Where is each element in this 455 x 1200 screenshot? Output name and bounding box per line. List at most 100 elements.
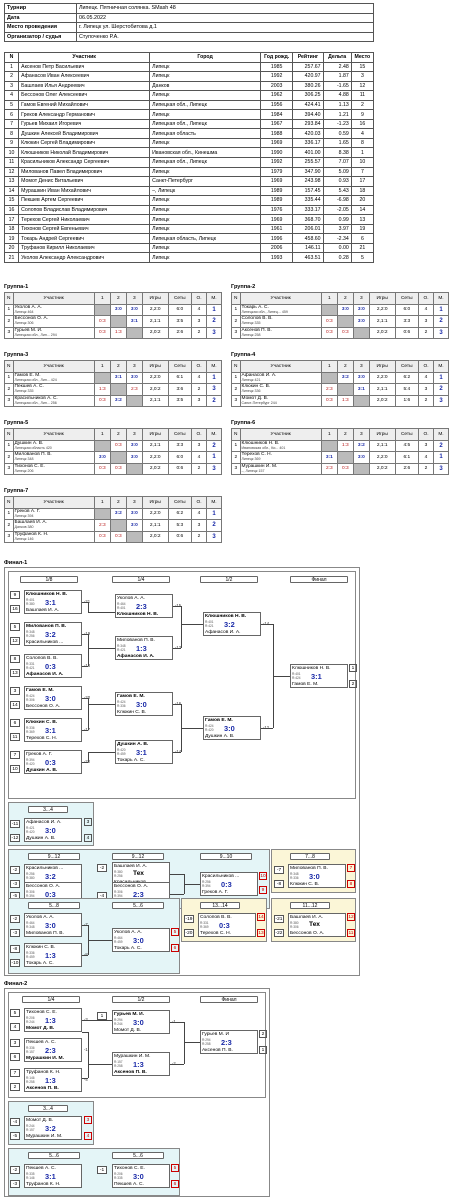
match-player1: Пекшев А. С.	[26, 1165, 56, 1171]
player-row: 4 Бессонов Олег Алексеевич Липецк 1962 306.2…	[3, 90, 375, 101]
info-key: Турнир	[4, 3, 77, 14]
match-ratings: R:420 R:459	[117, 748, 126, 756]
group-col-header: О.	[418, 360, 434, 373]
info-value: г. Липецк ул. Шерстобитова д.1	[76, 22, 374, 33]
group-player-cell: Гамов Е. М. Липецкая обл., Лип... 424	[12, 371, 95, 384]
player-cell: 9	[3, 137, 20, 149]
group-result-cell: 0:3	[93, 462, 111, 475]
group-col-header: Участник	[239, 292, 322, 305]
seed-box: -22	[274, 929, 284, 937]
group-row: 3 Мурашкин И. М. –, Липецк 157 2:3 0:3 2,0:2 2…	[231, 462, 450, 475]
player-cell: 463.51	[292, 252, 324, 264]
bracket-line	[173, 752, 181, 753]
player-cell: Липецк	[149, 109, 262, 120]
group-row-number: 1	[4, 371, 14, 384]
bracket-line	[170, 894, 184, 895]
player-cell: 3	[3, 80, 20, 92]
match-rating2: R:244	[114, 1021, 123, 1026]
round-header: Финал	[290, 576, 348, 583]
player-cell: 5	[3, 99, 20, 111]
match-player2: Аксенов П. В.	[26, 1085, 59, 1091]
group-sets: 5:4	[394, 383, 420, 396]
group-player-city: Липецк 394	[14, 513, 34, 518]
match-score: 3:1	[45, 598, 56, 607]
group-result-cell: 3:1	[109, 371, 127, 384]
final2-quarterfinal-match: Пекшев А. С. R:336 R:157 2:3 Мурашкин И. М.	[24, 1038, 82, 1062]
player-cell: 17	[3, 214, 20, 225]
match-score: 3:0	[133, 1018, 144, 1027]
group-header-row: N Участник 1 2 3 Игры Сеты О. М.	[231, 428, 450, 441]
group-col-header: N	[4, 496, 14, 509]
group-result-cell: 3:0	[352, 371, 370, 384]
round-header: 1/2	[200, 576, 258, 583]
match-rating2: R:420	[26, 761, 35, 766]
player-cell: 6	[3, 109, 20, 120]
player-cell: 16	[3, 204, 20, 216]
group-player-cell: Тихонов С. Е. Липецк 206	[12, 462, 95, 475]
group-games: 2,2:0	[368, 451, 396, 464]
group-sets: 3:5	[167, 394, 193, 407]
group-player-cell: Милованов П. В. Липецк 348	[12, 451, 95, 464]
final2-quarterfinal-match: Тихонов С. Е. R:206 R:244 1:3 Момот Д. В.	[24, 1008, 82, 1032]
group-points: 4	[418, 303, 434, 316]
seed-box: -7	[274, 866, 284, 874]
group-result-cell: 3:0	[109, 303, 127, 316]
bracket-line	[184, 1022, 185, 1064]
match-player1: Уколов А. А.	[26, 914, 54, 920]
player-cell: Липецк	[149, 223, 262, 235]
seed-box: 3	[10, 1039, 20, 1047]
group-result-cell: 3:0	[352, 451, 370, 464]
group-col-header: 3	[352, 292, 370, 305]
bracket-line	[170, 1022, 184, 1023]
seed-box: -21	[274, 915, 284, 923]
match-player2: Терехов С. Н.	[26, 735, 57, 741]
group-place: 2	[432, 315, 450, 328]
match-player1: Пекшев А. С.	[26, 1039, 56, 1045]
r16-match: Греков А. Г. R:394 R:420 0:3 Душкин А. В.	[24, 750, 82, 774]
match-player2: Милованов П. В.	[26, 930, 64, 936]
r16-match: Милованов П. В. R:348 R:256 3:2 Красильников…	[24, 622, 82, 646]
match-rating2: R:421	[26, 665, 35, 670]
player-cell: Клюкин Сергей Владимирович	[18, 137, 151, 149]
group-points: 2	[191, 383, 207, 396]
match-player2: Аксенов П. В.	[114, 1069, 147, 1075]
group-block: Группа-5 N Участник 1 2 3 Игры Сеты О. М. 1 Душкин …	[4, 420, 223, 475]
match-player1: Башлаев И. А.	[114, 863, 147, 869]
place-box: 12	[347, 913, 355, 921]
player-cell: 1992	[260, 157, 294, 168]
group-result-cell: 3:1	[320, 451, 338, 464]
match-player1: Гамов Е. М.	[205, 717, 233, 723]
group-place: 3	[432, 394, 450, 407]
player-cell: Пекшев Артем Сергеевич	[18, 195, 151, 206]
player-cell: -2.05	[322, 204, 352, 216]
group-player-cell: Башлаев И. А. Данков 380	[12, 519, 95, 532]
group-result-cell: 1:3	[109, 326, 127, 339]
group-sets: 0:6	[167, 530, 193, 543]
bracket-line	[261, 728, 273, 729]
group-player-city: Липецк 258	[241, 332, 261, 337]
bracket-line	[82, 666, 88, 667]
place-box: 4	[84, 834, 92, 842]
group-title: Группа-3	[4, 352, 29, 358]
match-score: 1:3	[45, 1076, 56, 1085]
match-rating2: R:157	[26, 1127, 35, 1132]
player-cell: -1.65	[322, 80, 352, 92]
group-player-city: Липецк 464	[14, 309, 34, 314]
group-games: 2,2:0	[141, 303, 169, 316]
player-row: 9 Клюкин Сергей Владимирович Липецк 1969 336…	[3, 137, 375, 149]
group-games: 2,2:0	[141, 371, 169, 384]
group-col-header: Участник	[239, 360, 322, 373]
round-header: 1/2	[112, 996, 170, 1003]
player-row: 3 Башлаев Илья Андреевич Данков 2003 380.26-…	[3, 80, 375, 92]
group-col-header: N	[4, 360, 14, 373]
group-block: Группа-7 N Участник 1 2 3 Игры Сеты О. М. 1 Греков …	[4, 488, 223, 543]
player-cell: 1988	[260, 128, 294, 139]
group-points: 2	[191, 326, 207, 339]
player-cell: 10	[3, 147, 20, 158]
info-row: Место проведения г. Липецк ул. Шерстобито…	[4, 22, 374, 33]
match-rating2: R:459	[117, 751, 126, 756]
group-points: 3	[191, 519, 207, 532]
group-result-cell: 0:3	[336, 326, 354, 339]
group-header-row: N Участник 1 2 3 Игры Сеты О. М.	[4, 428, 223, 441]
match-player1: Мурашкин И. М.	[114, 1053, 151, 1059]
